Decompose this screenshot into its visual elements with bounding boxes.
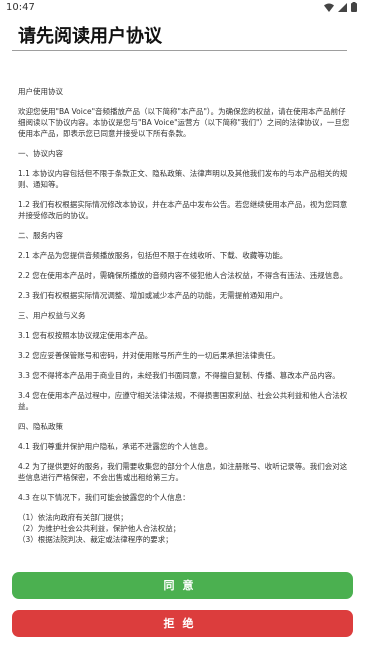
signal-icon [338, 2, 347, 12]
section-title-4: 四、隐私政策 [18, 422, 63, 431]
section-title-2: 二、服务内容 [18, 231, 63, 240]
section-title-1: 一、协议内容 [18, 149, 63, 158]
clause-3-2: 3.2 您应妥善保管账号和密码，并对使用账号所产生的一切后果承担法律责任。 [18, 351, 280, 360]
clause-4-1: 4.1 我们尊重并保护用户隐私，承诺不泄露您的个人信息。 [18, 442, 213, 451]
page-title: 请先阅读用户协议 [18, 26, 162, 47]
status-icons [324, 2, 357, 12]
clause-1-2: 1.2 我们有权根据实际情况修改本协议，并在本产品中发布公告。若您继续使用本产品… [18, 200, 348, 220]
clause-4-3: 4.3 在以下情况下，我们可能会披露您的个人信息： [18, 493, 190, 502]
wifi-icon [324, 3, 334, 12]
clause-2-3: 2.3 我们有权根据实际情况调整、增加或减少本产品的功能，无需提前通知用户。 [18, 291, 288, 300]
clause-2-2: 2.2 您在使用本产品时，需确保所播放的音频内容不侵犯他人合法权益，不得含有违法… [18, 271, 348, 280]
agreement-heading: 用户使用协议 [18, 87, 63, 96]
clause-3-1: 3.1 您有权按照本协议规定使用本产品。 [18, 331, 153, 340]
title-divider [12, 50, 347, 51]
section-title-3: 三、用户权益与义务 [18, 311, 86, 320]
agreement-text[interactable]: 用户使用协议 欢迎您使用"BA Voice"音频播放产品（以下简称"本产品"）。… [18, 86, 351, 550]
clause-1-1: 1.1 本协议内容包括但不限于条款正文、隐私政策、法律声明以及其他我们发布的与本… [18, 169, 348, 189]
agreement-screen: 10:47 请先阅读用户协议 用户使用协议 欢迎您使用"BA Voice"音频播… [0, 0, 365, 650]
agreement-intro: 欢迎您使用"BA Voice"音频播放产品（以下简称"本产品"）。为确保您的权益… [18, 107, 350, 138]
clause-2-1: 2.1 本产品为您提供音频播放服务，包括但不限于在线收听、下载、收藏等功能。 [18, 251, 288, 260]
clause-4-2: 4.2 为了提供更好的服务，我们需要收集您的部分个人信息，如注册账号、收听记录等… [18, 462, 348, 482]
reject-button[interactable]: 拒绝 [12, 610, 353, 637]
agree-button[interactable]: 同意 [12, 572, 353, 599]
clause-3-4: 3.4 您在使用本产品过程中，应遵守相关法律法规，不得损害国家利益、社会公共利益… [18, 391, 348, 411]
status-time: 10:47 [6, 2, 35, 13]
list-item: （1）依法向政府有关部门提供； [18, 513, 128, 522]
battery-icon [351, 2, 357, 12]
list-item: （3）根据法院判决、裁定或法律程序的要求； [18, 535, 173, 544]
list-item: （2）为维护社会公共利益，保护他人合法权益； [18, 524, 181, 533]
disclosure-list: （1）依法向政府有关部门提供； （2）为维护社会公共利益，保护他人合法权益； （… [18, 512, 351, 545]
clause-3-3: 3.3 您不得将本产品用于商业目的，未经我们书面同意，不得擅自复制、传播、篡改本… [18, 371, 340, 380]
status-bar: 10:47 [0, 0, 365, 16]
